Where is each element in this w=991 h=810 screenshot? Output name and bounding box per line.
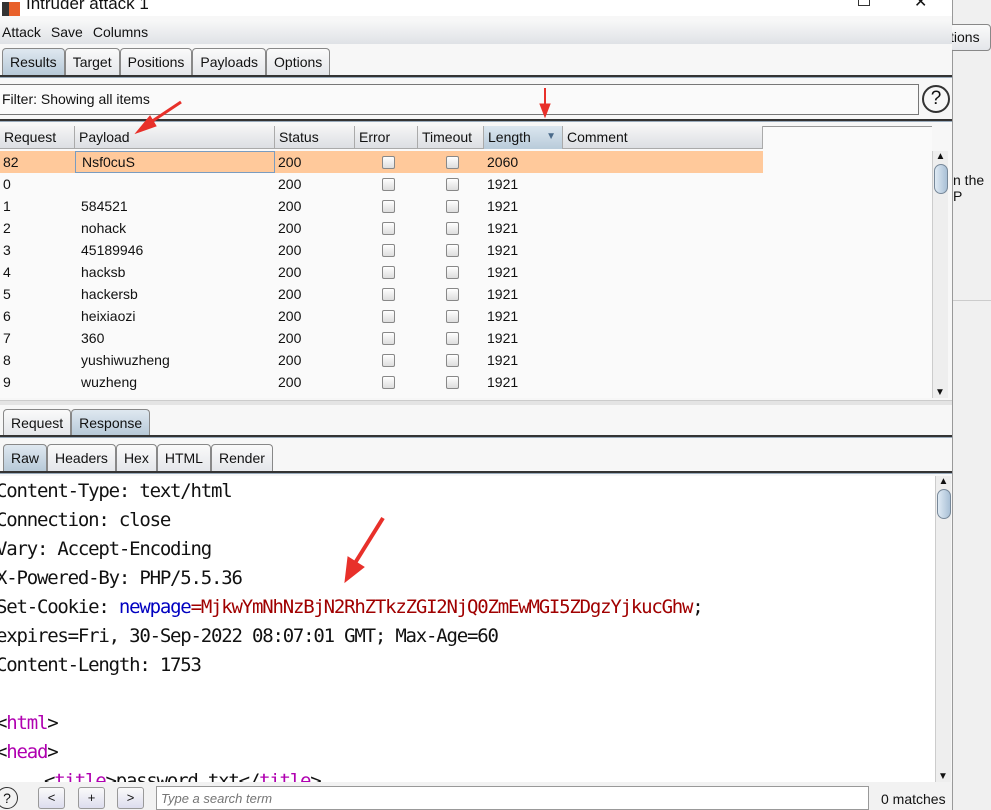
intruder-window: Intruder attack 1 ✕ Attack Save Columns …	[0, 0, 952, 810]
background-text: n the P	[953, 172, 985, 204]
annotation-arrowhead	[539, 103, 551, 119]
annotation-arrowhead	[134, 115, 157, 135]
annotation-arrowhead	[344, 556, 365, 584]
annotation-arrows	[134, 88, 551, 584]
divider	[953, 300, 991, 301]
annotation-arrow	[353, 516, 385, 565]
background-window: tions n the P	[949, 0, 991, 810]
background-tab[interactable]: tions	[949, 24, 991, 51]
